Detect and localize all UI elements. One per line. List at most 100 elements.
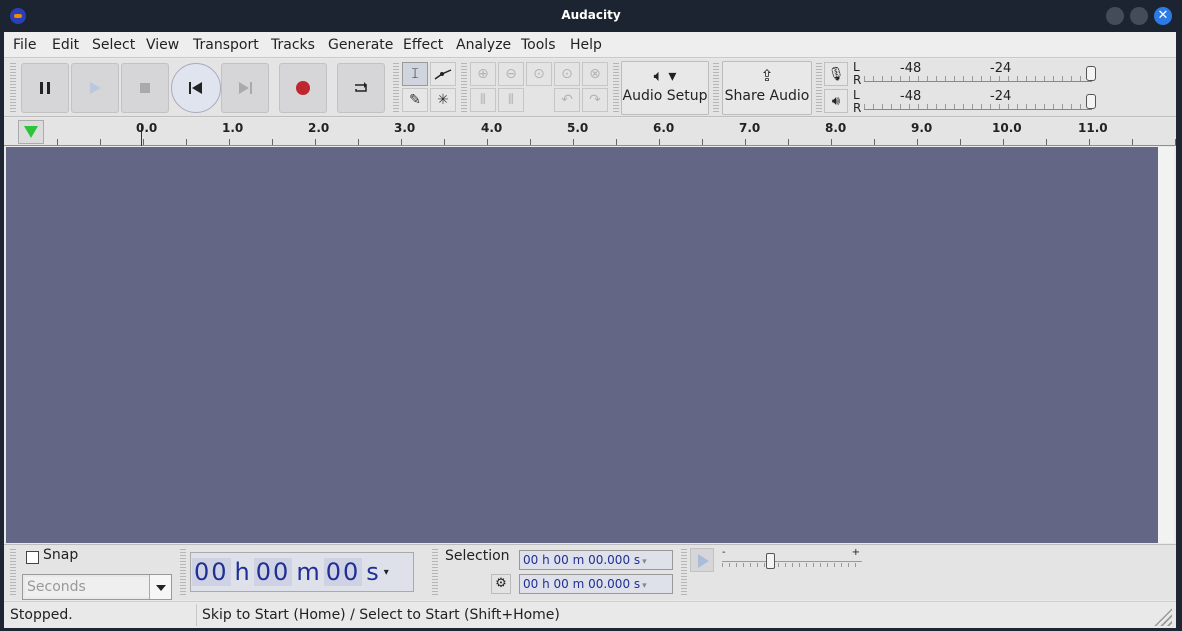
- silence-button[interactable]: ⫴: [498, 88, 524, 112]
- snap-unit-select[interactable]: Seconds: [22, 574, 172, 600]
- upload-icon: ⇪: [760, 66, 774, 85]
- playback-level-slider[interactable]: [1086, 94, 1096, 109]
- undo-button[interactable]: ↶: [554, 88, 580, 112]
- snap-checkbox[interactable]: [26, 551, 39, 564]
- menu-tools[interactable]: Tools: [521, 37, 556, 53]
- playback-meter[interactable]: -48 -24: [864, 89, 1096, 113]
- menu-file[interactable]: File: [13, 37, 36, 53]
- asterisk-icon: ✳: [437, 92, 449, 108]
- menu-edit[interactable]: Edit: [52, 37, 79, 53]
- fit-project-button[interactable]: ⊙: [554, 62, 580, 86]
- play-icon: [90, 82, 101, 94]
- bottom-toolbar: Snap Seconds 00 h 00 m 00 s ▾ Selection ⚙ 0…: [4, 544, 1176, 600]
- envelope-tool-button[interactable]: [430, 62, 456, 86]
- ruler-label: 11.0: [1078, 121, 1108, 135]
- menu-transport[interactable]: Transport: [193, 37, 259, 53]
- menu-bar: File Edit Select View Transport Tracks G…: [4, 32, 1176, 58]
- skip-to-end-button[interactable]: [221, 63, 269, 113]
- draw-tool-button[interactable]: ✎: [402, 88, 428, 112]
- toolbar-grip[interactable]: [681, 549, 687, 597]
- toolbar-grip[interactable]: [816, 63, 822, 113]
- window-title: Audacity: [561, 8, 621, 22]
- meter-scale: [864, 104, 1092, 110]
- trim-button[interactable]: ⫴: [470, 88, 496, 112]
- record-meter-button[interactable]: 🎙︎: [824, 62, 848, 86]
- resize-grip-icon[interactable]: [1154, 608, 1172, 626]
- green-triangle-icon: [24, 126, 38, 138]
- toolbar-grip[interactable]: [432, 549, 438, 597]
- selection-start-field[interactable]: 00 h 00 m 00.000 s ▾: [519, 550, 673, 570]
- menu-tracks[interactable]: Tracks: [271, 37, 315, 53]
- record-button[interactable]: [279, 63, 327, 113]
- ruler-label: 2.0: [308, 121, 330, 135]
- trim-icon: ⫴: [480, 92, 486, 108]
- menu-generate[interactable]: Generate: [328, 37, 393, 53]
- record-meter[interactable]: -48 -24: [864, 61, 1096, 85]
- main-toolbar: 𝙸 ✎ ✳ ⊕ ⊖ ⊙ ⊙ ⊗ ⫴ ⫴ ↶ ↷ 🔈︎ ▾ Audio Setup…: [4, 59, 1176, 117]
- main-window: File Edit Select View Transport Tracks G…: [4, 32, 1176, 628]
- zoom-toggle-button[interactable]: ⊗: [582, 62, 608, 86]
- toolbar-grip[interactable]: [713, 63, 719, 113]
- pause-button[interactable]: [21, 63, 69, 113]
- ruler-label: 1.0: [222, 121, 244, 135]
- redo-button[interactable]: ↷: [582, 88, 608, 112]
- skip-start-icon: [189, 82, 202, 94]
- i-beam-icon: 𝙸: [410, 66, 420, 82]
- toolbar-grip[interactable]: [393, 63, 399, 113]
- meter-scale: [864, 76, 1092, 82]
- time-format-dropdown-icon[interactable]: ▾: [384, 567, 389, 578]
- ruler-label: 10.0: [992, 121, 1022, 135]
- record-icon: [296, 81, 310, 95]
- multi-tool-button[interactable]: ✳: [430, 88, 456, 112]
- stop-button[interactable]: [121, 63, 169, 113]
- chevron-down-icon[interactable]: [149, 575, 171, 599]
- loop-icon: [355, 82, 367, 92]
- status-bar: Stopped. Skip to Start (Home) / Select t…: [4, 601, 1176, 628]
- ruler-label: 7.0: [739, 121, 761, 135]
- audio-setup-button[interactable]: 🔈︎ ▾ Audio Setup: [621, 61, 709, 115]
- toolbar-grip[interactable]: [613, 63, 619, 113]
- menu-help[interactable]: Help: [570, 37, 602, 53]
- play-at-speed-button[interactable]: [690, 548, 714, 572]
- menu-analyze[interactable]: Analyze: [456, 37, 511, 53]
- minimize-button[interactable]: [1106, 7, 1124, 25]
- timeline-ruler[interactable]: 0.0 1.0 2.0 3.0 4.0 5.0 6.0 7.0 8.0 9.0 …: [4, 118, 1176, 146]
- play-speed-slider[interactable]: - +: [722, 547, 862, 571]
- menu-view[interactable]: View: [146, 37, 179, 53]
- close-button[interactable]: ✕: [1154, 7, 1172, 25]
- fit-selection-button[interactable]: ⊙: [526, 62, 552, 86]
- maximize-button[interactable]: [1130, 7, 1148, 25]
- selection-end-field[interactable]: 00 h 00 m 00.000 s ▾: [519, 574, 673, 594]
- toolbar-grip[interactable]: [10, 63, 16, 113]
- toolbar-grip[interactable]: [461, 63, 467, 113]
- share-audio-button[interactable]: ⇪ Share Audio: [722, 61, 812, 115]
- playback-meter-button[interactable]: 🔊︎: [824, 89, 848, 113]
- envelope-icon: [434, 69, 452, 80]
- loop-button[interactable]: [337, 63, 385, 113]
- selection-tool-button[interactable]: 𝙸: [402, 62, 428, 86]
- zoom-toggle-icon: ⊗: [589, 66, 601, 82]
- zoom-in-button[interactable]: ⊕: [470, 62, 496, 86]
- chevron-down-icon[interactable]: ▾: [642, 557, 647, 567]
- skip-end-icon: [239, 82, 252, 94]
- title-bar: Audacity ✕: [0, 0, 1182, 32]
- zoom-in-icon: ⊕: [477, 66, 489, 82]
- track-panel[interactable]: [6, 147, 1158, 543]
- menu-effect[interactable]: Effect: [403, 37, 443, 53]
- gear-icon[interactable]: ⚙: [491, 574, 511, 594]
- zoom-out-button[interactable]: ⊖: [498, 62, 524, 86]
- vertical-scrollbar[interactable]: [1158, 147, 1174, 543]
- menu-select[interactable]: Select: [92, 37, 135, 53]
- playback-state: Stopped.: [10, 607, 73, 623]
- audio-position-display[interactable]: 00 h 00 m 00 s ▾: [190, 552, 414, 592]
- record-level-slider[interactable]: [1086, 66, 1096, 81]
- timeline-options-button[interactable]: [18, 120, 44, 144]
- toolbar-grip[interactable]: [180, 549, 186, 597]
- skip-to-start-button[interactable]: [171, 63, 221, 113]
- ruler-label: 3.0: [394, 121, 416, 135]
- play-speed-thumb[interactable]: [766, 553, 775, 569]
- play-button[interactable]: [71, 63, 119, 113]
- zoom-fit-icon: ⊙: [561, 66, 573, 82]
- chevron-down-icon[interactable]: ▾: [642, 581, 647, 591]
- toolbar-grip[interactable]: [10, 549, 16, 597]
